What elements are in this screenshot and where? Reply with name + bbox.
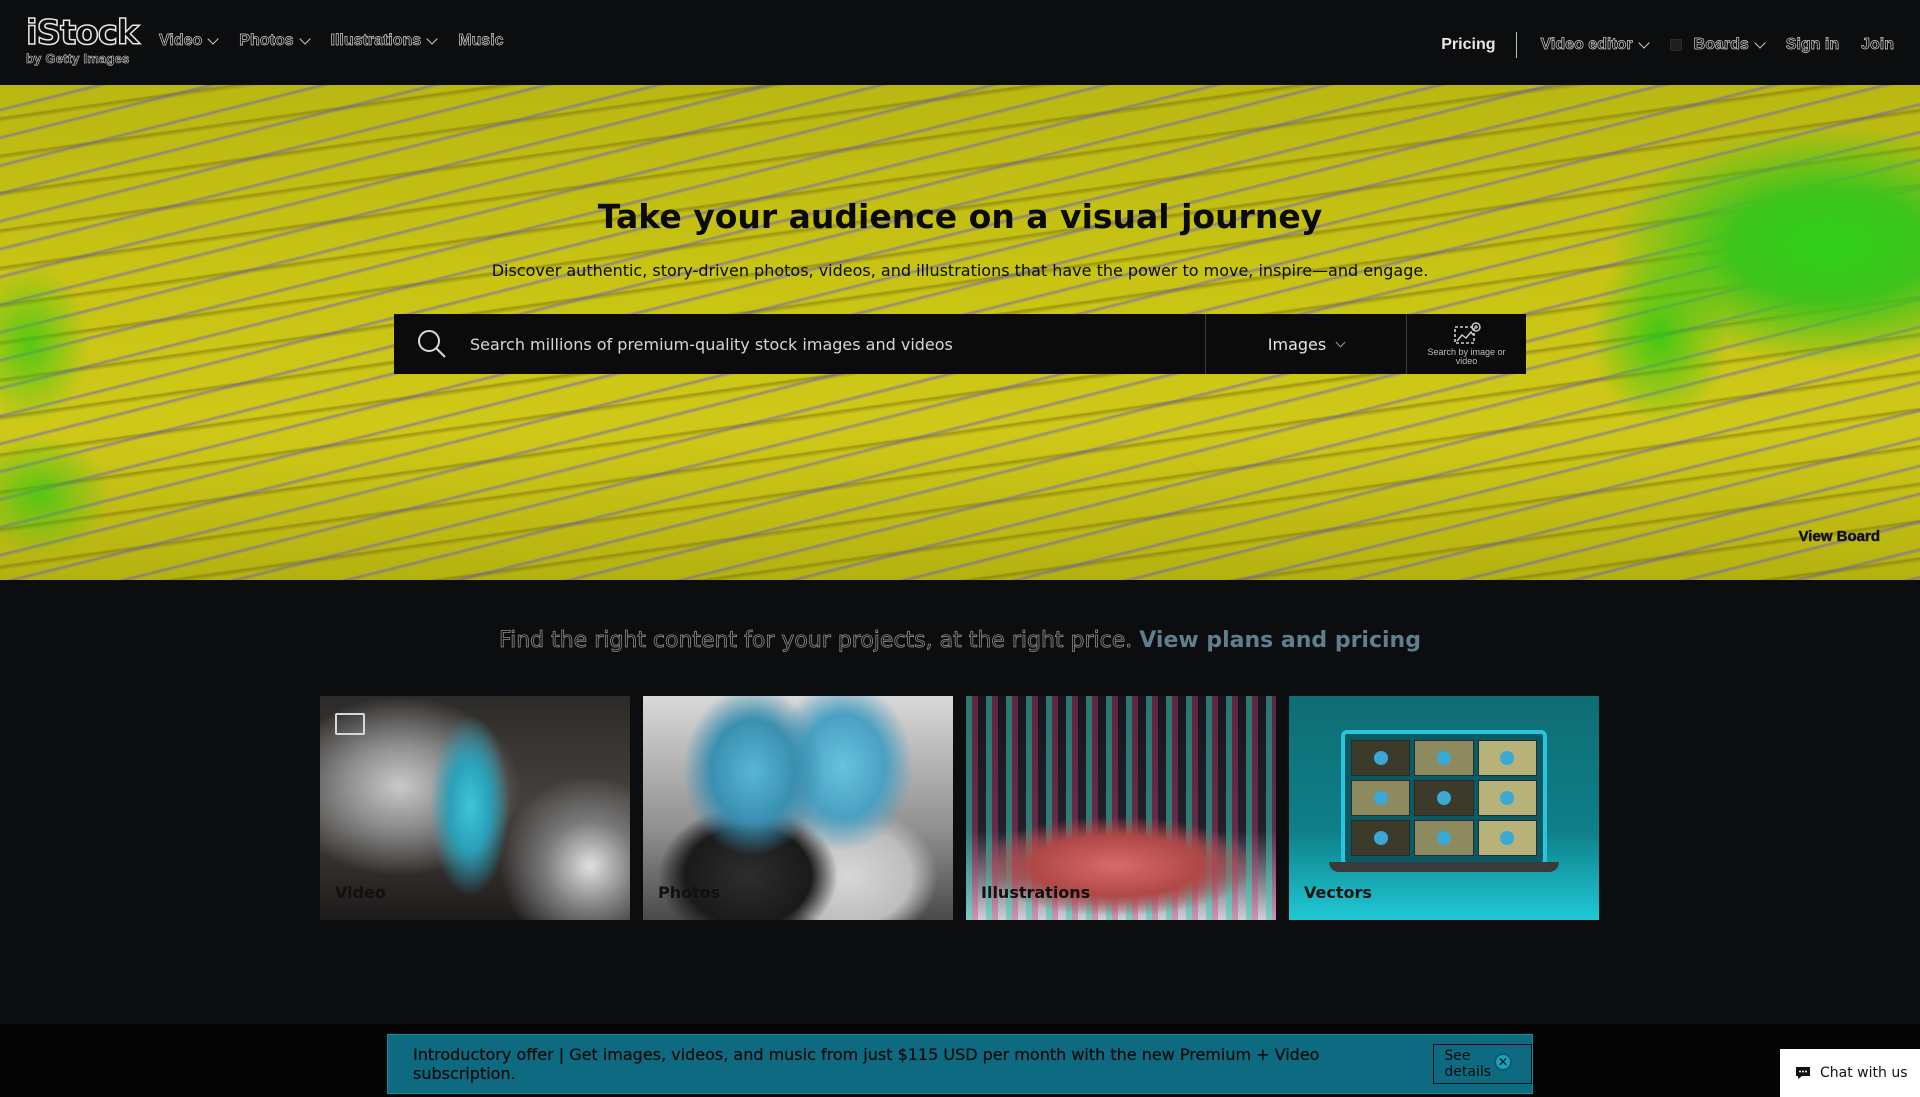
hero-banner: Take your audience on a visual journey D…	[0, 85, 1920, 580]
nav-music-label: Music	[458, 32, 504, 50]
search-bar: Images Search by image or video	[394, 314, 1526, 374]
category-cards: Video Photos Illustrations Vectors	[320, 696, 1599, 920]
view-board-link[interactable]: View Board	[1798, 528, 1880, 546]
sign-in-label: Sign in	[1785, 36, 1840, 54]
hero-subtitle: Discover authentic, story-driven photos,…	[491, 261, 1429, 280]
chevron-down-icon	[1637, 37, 1650, 49]
nav-illustrations-label: Illustrations	[330, 32, 422, 50]
offer-text: Introductory offer | Get images, videos,…	[413, 1045, 1320, 1083]
primary-nav: Video Photos Illustrations Music	[159, 32, 526, 50]
category-label: Photos	[658, 883, 721, 902]
video-call-tile	[1477, 740, 1537, 776]
nav-photos[interactable]: Photos	[239, 32, 311, 50]
nav-boards[interactable]: Boards	[1669, 36, 1766, 54]
laptop-base	[1329, 862, 1559, 872]
category-label: Illustrations	[981, 883, 1091, 902]
close-icon[interactable]: ✕	[1494, 1053, 1512, 1071]
pricing-link[interactable]: Pricing	[1441, 36, 1495, 54]
see-details-button[interactable]: See details	[1433, 1044, 1532, 1084]
pricing-callout: Find the right content for your projects…	[0, 628, 1920, 654]
join-label: Join	[1861, 36, 1895, 54]
pricing-callout-text: Find the right content for your projects…	[499, 628, 1133, 654]
nav-video-label: Video	[159, 32, 203, 50]
chevron-down-icon	[426, 33, 438, 45]
chevron-down-icon	[1754, 37, 1766, 49]
search-icon[interactable]	[394, 314, 470, 374]
sign-in-link[interactable]: Sign in	[1785, 36, 1840, 54]
logo-byline: by Getty Images	[26, 51, 130, 67]
chat-widget-button[interactable]: Chat with us	[1780, 1049, 1920, 1097]
video-call-tile	[1477, 780, 1537, 816]
video-call-tile	[1414, 780, 1474, 816]
chevron-down-icon	[1335, 337, 1346, 347]
view-plans-link[interactable]: View plans and pricing	[1139, 628, 1421, 653]
top-nav: iStock by Getty Images Video Photos Illu…	[0, 0, 1920, 85]
nav-illustrations[interactable]: Illustrations	[330, 32, 438, 50]
category-label: Vectors	[1304, 883, 1372, 902]
nav-boards-label: Boards	[1693, 36, 1749, 54]
video-call-tile	[1351, 740, 1411, 776]
category-card-video[interactable]: Video	[320, 696, 630, 920]
chevron-down-icon	[298, 33, 311, 45]
search-type-value: Images	[1267, 334, 1327, 354]
category-card-illustrations[interactable]: Illustrations	[966, 696, 1276, 920]
video-call-tile	[1414, 740, 1474, 776]
nav-divider	[1516, 32, 1518, 58]
search-by-image-label: Search by image or video	[1427, 347, 1506, 366]
category-label: Video	[335, 883, 386, 902]
nav-video[interactable]: Video	[159, 32, 219, 50]
nav-video-editor[interactable]: Video editor	[1540, 36, 1650, 54]
logo-wordmark: iStock	[25, 13, 140, 53]
nav-music[interactable]: Music	[458, 32, 504, 50]
video-call-tile	[1351, 820, 1411, 856]
join-link[interactable]: Join	[1861, 36, 1895, 54]
category-card-photos[interactable]: Photos	[643, 696, 953, 920]
boards-icon	[1669, 39, 1682, 51]
video-call-tile	[1477, 820, 1537, 856]
secondary-nav: Pricing Video editor Boards Sign in Join	[1441, 32, 1894, 58]
chat-label: Chat with us	[1820, 1065, 1908, 1081]
hero-title: Take your audience on a visual journey	[597, 197, 1323, 236]
image-search-icon	[1453, 322, 1481, 344]
laptop-illustration	[1341, 730, 1547, 866]
nav-video-editor-label: Video editor	[1540, 36, 1633, 54]
chat-bubble-icon	[1796, 1067, 1810, 1079]
video-call-tile	[1414, 820, 1474, 856]
search-by-image-button[interactable]: Search by image or video	[1406, 314, 1526, 374]
chevron-down-icon	[207, 33, 219, 45]
nav-photos-label: Photos	[239, 32, 294, 50]
video-call-tile	[1351, 780, 1411, 816]
istock-logo[interactable]: iStock by Getty Images	[25, 13, 140, 68]
category-card-vectors[interactable]: Vectors	[1289, 696, 1599, 920]
film-icon	[335, 713, 365, 735]
search-input[interactable]	[470, 314, 1205, 374]
introductory-offer-banner: Introductory offer | Get images, videos,…	[387, 1034, 1533, 1094]
search-type-select[interactable]: Images	[1205, 314, 1406, 374]
